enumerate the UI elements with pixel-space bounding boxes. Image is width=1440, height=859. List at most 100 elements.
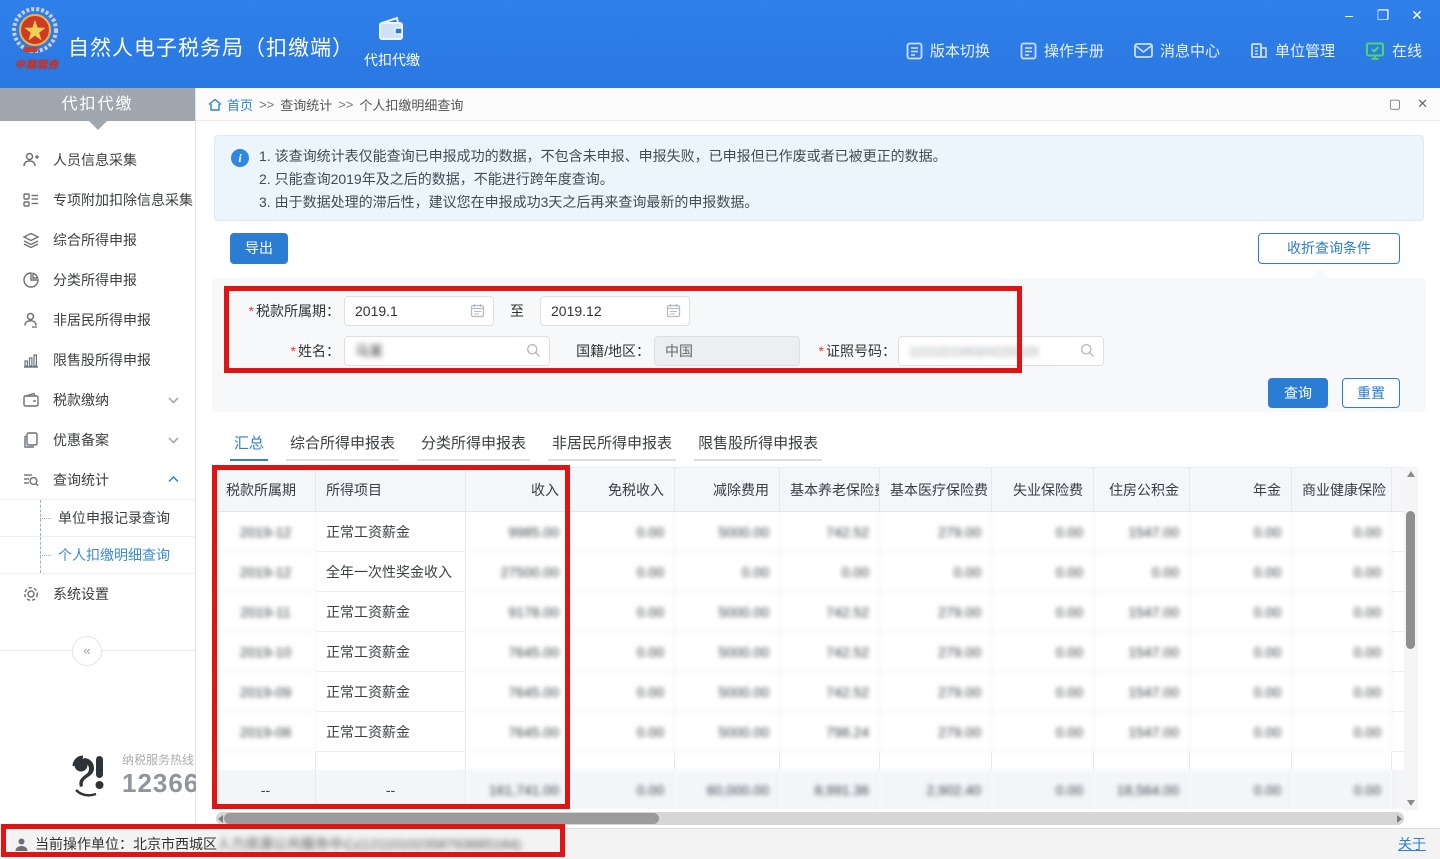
menu-online-status[interactable]: 在线 — [1365, 40, 1422, 61]
sidebar-item-personnel-info[interactable]: 人员信息采集 — [0, 140, 195, 180]
column-header[interactable]: 失业保险费 — [992, 468, 1094, 512]
column-header[interactable]: 收入 — [466, 468, 570, 512]
table-row[interactable]: 2019-12正常工资薪金9985.000.005000.00742.52279… — [216, 512, 1404, 552]
tab-comprehensive[interactable]: 综合所得申报表 — [286, 426, 399, 461]
calendar-icon[interactable] — [666, 303, 682, 319]
table-cell: 正常工资薪金 — [316, 512, 466, 552]
column-header[interactable]: 住房公积金 — [1094, 468, 1190, 512]
id-label: *证照号码： — [800, 341, 896, 361]
calendar-icon[interactable] — [470, 303, 486, 319]
collapse-conditions-button[interactable]: 收折查询条件 — [1258, 233, 1400, 264]
vertical-scroll-thumb[interactable] — [1406, 511, 1415, 649]
name-input[interactable]: 马某 — [344, 336, 550, 366]
column-header[interactable]: 年金 — [1190, 468, 1292, 512]
scroll-down-arrow-icon[interactable] — [1407, 800, 1415, 806]
horizontal-scroll-thumb[interactable] — [224, 813, 659, 824]
table-cell: 0.00 — [992, 712, 1094, 752]
wallet-icon — [377, 16, 407, 44]
sidebar-item-comprehensive-income[interactable]: 综合所得申报 — [0, 220, 195, 260]
period-from-input[interactable]: 2019.1 — [344, 296, 494, 326]
hotline-number: 12366 — [122, 768, 199, 799]
table-cell — [466, 752, 570, 770]
query-button[interactable]: 查询 — [1268, 378, 1328, 408]
sidebar-item-nonresident-income[interactable]: 非居民所得申报 — [0, 300, 195, 340]
table-cell — [1392, 770, 1404, 809]
table-row-summary[interactable]: ----161,741.000.0060,000.008,991.362,902… — [216, 770, 1404, 809]
column-header[interactable]: 减除费用 — [675, 468, 780, 512]
table-cell: 1547.00 — [1094, 672, 1190, 712]
table-header-row: 税款所属期所得项目收入免税收入减除费用基本养老保险费基本医疗保险费失业保险费住房… — [216, 468, 1404, 512]
tab-summary[interactable]: 汇总 — [230, 426, 268, 461]
column-header[interactable]: 所得项目 — [316, 468, 466, 512]
sidebar-item-system-settings[interactable]: 系统设置 — [0, 574, 195, 614]
sidebar-item-query-statistics[interactable]: 查询统计 — [0, 460, 195, 500]
panel-maximize-icon[interactable]: ▢ — [1389, 96, 1401, 112]
table-cell: 279.00 — [880, 512, 992, 552]
scroll-up-arrow-icon[interactable] — [1407, 471, 1415, 477]
nationality-value: 中国 — [665, 341, 693, 361]
menu-version-switch[interactable]: 版本切换 — [906, 40, 990, 61]
reset-button[interactable]: 重置 — [1342, 378, 1400, 408]
minimize-button[interactable]: – — [1336, 4, 1362, 26]
menu-message-center[interactable]: 消息中心 — [1134, 40, 1220, 61]
header-tab-daikou[interactable]: 代扣代缴 — [348, 16, 436, 80]
period-to-input[interactable]: 2019.12 — [540, 296, 690, 326]
table-cell — [1392, 672, 1404, 712]
sidebar-item-label: 综合所得申报 — [53, 230, 137, 250]
sidebar-subitem-unit-declare-query[interactable]: 单位申报记录查询 — [0, 500, 195, 537]
vertical-scrollbar[interactable] — [1404, 467, 1418, 810]
name-value: 马某 — [355, 341, 383, 361]
sidebar-subitem-personal-withholding-query[interactable]: 个人扣缴明细查询 — [0, 537, 195, 574]
table-cell — [1392, 552, 1404, 592]
sidebar-item-restricted-stock[interactable]: 限售股所得申报 — [0, 340, 195, 380]
horizontal-scrollbar[interactable] — [216, 812, 1404, 825]
table-row[interactable]: 2019-11正常工资薪金9178.000.005000.00742.52279… — [216, 592, 1404, 632]
column-header[interactable]: 税款所属期 — [216, 468, 316, 512]
close-button[interactable]: ✕ — [1404, 4, 1430, 26]
table-cell: 0.00 — [1190, 552, 1292, 592]
export-button[interactable]: 导出 — [230, 233, 288, 264]
notice-line: 3. 由于数据处理的滞后性，建议您在申报成功3天之后再来查询最新的申报数据。 — [259, 191, 1407, 214]
sidebar-item-special-deduction[interactable]: 专项附加扣除信息采集 — [0, 180, 195, 220]
tab-nonresident[interactable]: 非居民所得申报表 — [548, 426, 676, 461]
menu-unit-management[interactable]: 单位管理 — [1250, 40, 1335, 61]
table-cell: 2019-11 — [216, 592, 316, 632]
table-cell: 0.00 — [992, 632, 1094, 672]
tab-classified[interactable]: 分类所得申报表 — [417, 426, 530, 461]
restore-button[interactable]: ❐ — [1370, 4, 1396, 26]
table-cell — [780, 752, 880, 770]
about-link[interactable]: 关于 — [1398, 834, 1426, 854]
table-row[interactable]: 2019-10正常工资薪金7645.000.005000.00742.52279… — [216, 632, 1404, 672]
panel-close-icon[interactable]: ✕ — [1417, 96, 1428, 112]
search-list-icon — [22, 471, 40, 489]
sidebar-item-classified-income[interactable]: 分类所得申报 — [0, 260, 195, 300]
sidebar-collapse-button[interactable]: « — [72, 636, 102, 666]
header-tab-label: 代扣代缴 — [364, 50, 420, 70]
sidebar-subitem-label: 个人扣缴明细查询 — [58, 545, 170, 565]
search-icon[interactable] — [1080, 343, 1096, 359]
sidebar-item-tax-payment[interactable]: 税款缴纳 — [0, 380, 195, 420]
column-header[interactable]: 基本养老保险费 — [780, 468, 880, 512]
table-row-clipped[interactable]: .. — [216, 752, 1404, 770]
id-number-input[interactable]: 110102199304220029 — [898, 336, 1104, 366]
column-header[interactable]: 商业健康保险 — [1292, 468, 1392, 512]
tab-restricted-stock[interactable]: 限售股所得申报表 — [694, 426, 822, 461]
breadcrumb-home-link[interactable]: 首页 — [208, 95, 253, 114]
column-header[interactable]: 基本医疗保险费 — [880, 468, 992, 512]
table-cell: 0.00 — [570, 512, 675, 552]
sidebar: 代扣代缴 人员信息采集 专项附加扣除信息采集 综合所得申报 — [0, 88, 196, 828]
column-header[interactable]: 税 — [1392, 468, 1404, 512]
home-icon — [208, 98, 222, 111]
table-cell: 0.00 — [1190, 512, 1292, 552]
sidebar-item-preferential-filing[interactable]: 优惠备案 — [0, 420, 195, 460]
person-icon — [22, 311, 40, 329]
table-row[interactable]: 2019-09正常工资薪金7645.000.005000.00742.52279… — [216, 672, 1404, 712]
search-icon[interactable] — [526, 343, 542, 359]
table-row[interactable]: 2019-12全年一次性奖金收入27500.000.000.000.000.00… — [216, 552, 1404, 592]
scroll-left-arrow-icon[interactable] — [218, 815, 223, 823]
menu-manual[interactable]: 操作手册 — [1020, 40, 1104, 61]
table-cell: 1547.00 — [1094, 712, 1190, 752]
table-row[interactable]: 2019-08正常工资薪金7645.000.005000.00798.24279… — [216, 712, 1404, 752]
scroll-right-arrow-icon[interactable] — [1397, 815, 1402, 823]
column-header[interactable]: 免税收入 — [570, 468, 675, 512]
